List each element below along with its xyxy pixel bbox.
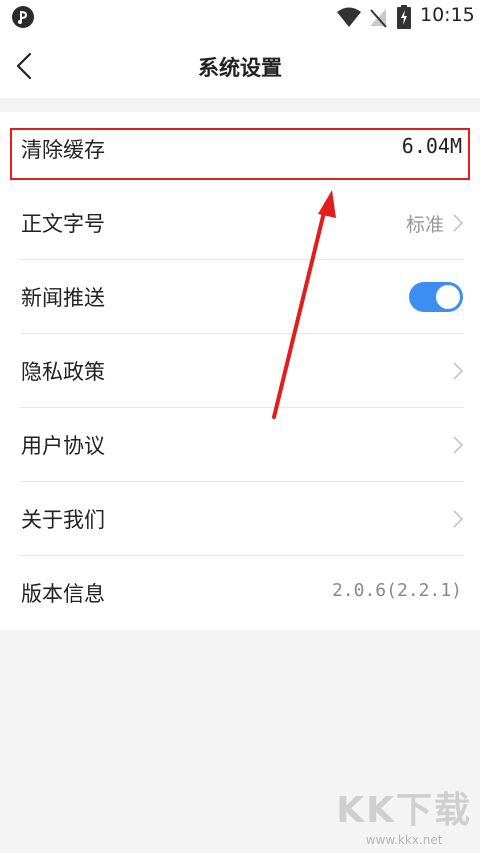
version-info-label: 版本信息 xyxy=(21,582,105,606)
status-bar: 10:15 xyxy=(0,0,480,34)
app-notification-icon xyxy=(12,6,34,28)
status-time: 10:15 xyxy=(420,4,475,26)
settings-list: 清除缓存 6.04M 正文字号 标准 新闻推送 隐私政策 用户协议 关于我们 版… xyxy=(0,112,480,630)
settings-row-clear-cache[interactable]: 清除缓存 6.04M xyxy=(0,112,480,186)
no-signal-icon xyxy=(370,9,387,28)
battery-charging-icon xyxy=(397,5,411,29)
news-push-toggle[interactable] xyxy=(409,282,463,312)
clear-cache-label: 清除缓存 xyxy=(21,138,105,162)
settings-row-user-agreement[interactable]: 用户协议 xyxy=(0,408,480,482)
watermark: KK下载 www.kkx.net xyxy=(336,781,472,847)
cache-size-value: 6.04M xyxy=(401,134,462,158)
toggle-knob xyxy=(436,285,460,309)
chevron-right-icon xyxy=(453,214,464,232)
font-size-value: 标准 xyxy=(405,214,444,236)
settings-row-news-push: 新闻推送 xyxy=(0,260,480,334)
about-us-label: 关于我们 xyxy=(21,508,105,532)
settings-row-about-us[interactable]: 关于我们 xyxy=(0,482,480,556)
page-title: 系统设置 xyxy=(198,56,282,80)
news-push-label: 新闻推送 xyxy=(21,286,105,310)
chevron-right-icon xyxy=(453,362,464,380)
settings-row-version-info: 版本信息 2.0.6(2.2.1) xyxy=(0,556,480,630)
user-agreement-label: 用户协议 xyxy=(21,434,105,458)
chevron-right-icon xyxy=(453,436,464,454)
chevron-right-icon xyxy=(453,510,464,528)
font-size-label: 正文字号 xyxy=(21,212,105,236)
watermark-brand: KK下载 xyxy=(336,790,472,831)
settings-row-font-size[interactable]: 正文字号 标准 xyxy=(0,186,480,260)
top-nav-bar: 系统设置 xyxy=(0,34,480,98)
settings-row-privacy-policy[interactable]: 隐私政策 xyxy=(0,334,480,408)
watermark-url: www.kkx.net xyxy=(365,833,443,847)
wifi-icon xyxy=(337,7,361,27)
version-value: 2.0.6(2.2.1) xyxy=(331,580,462,601)
privacy-policy-label: 隐私政策 xyxy=(21,360,105,384)
